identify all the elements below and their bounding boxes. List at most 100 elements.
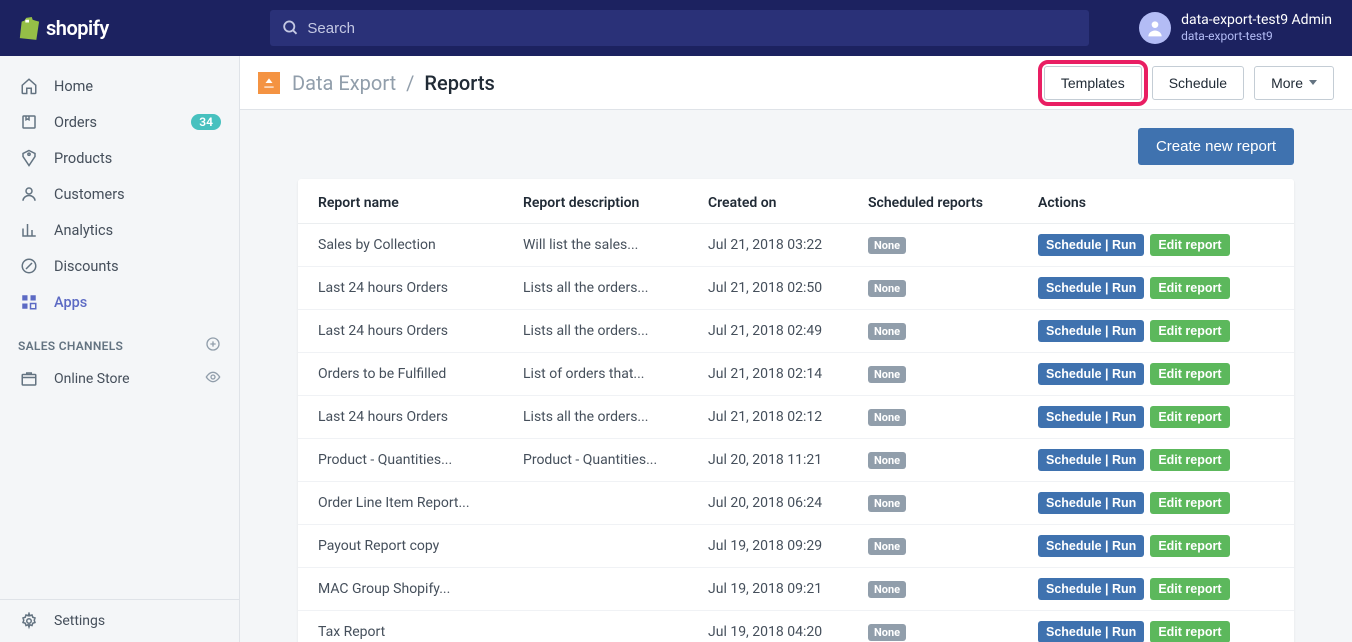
page-header: Data Export / Reports Templates Schedule… xyxy=(240,56,1352,110)
edit-report-button[interactable]: Edit report xyxy=(1150,535,1229,557)
cell-scheduled: None xyxy=(868,624,1038,640)
add-channel-icon[interactable] xyxy=(205,336,221,355)
cell-name: Last 24 hours Orders xyxy=(318,409,523,425)
sidebar-item-online-store[interactable]: Online Store xyxy=(0,361,239,397)
table-row[interactable]: Last 24 hours OrdersLists all the orders… xyxy=(298,396,1294,439)
cell-desc: Lists all the orders... xyxy=(523,323,708,339)
schedule-run-button[interactable]: Schedule | Run xyxy=(1038,578,1144,600)
sidebar-item-analytics[interactable]: Analytics xyxy=(0,212,239,248)
none-badge: None xyxy=(868,366,906,383)
schedule-run-button[interactable]: Schedule | Run xyxy=(1038,406,1144,428)
cell-desc: Will list the sales... xyxy=(523,237,708,253)
table-header: Report name Report description Created o… xyxy=(298,179,1294,224)
cell-actions: Schedule | Run Edit report xyxy=(1038,535,1274,557)
sidebar-item-label: Discounts xyxy=(54,258,119,275)
sidebar-item-settings[interactable]: Settings xyxy=(0,599,239,642)
none-badge: None xyxy=(868,624,906,641)
templates-button[interactable]: Templates xyxy=(1044,66,1142,100)
sales-channels-header: SALES CHANNELS xyxy=(0,320,239,361)
topbar: shopify data-export-test9 Admin data-exp… xyxy=(0,0,1352,56)
table-row[interactable]: Last 24 hours OrdersLists all the orders… xyxy=(298,267,1294,310)
schedule-run-button[interactable]: Schedule | Run xyxy=(1038,363,1144,385)
edit-report-button[interactable]: Edit report xyxy=(1150,363,1229,385)
edit-report-button[interactable]: Edit report xyxy=(1150,277,1229,299)
schedule-run-button[interactable]: Schedule | Run xyxy=(1038,234,1144,256)
create-report-button[interactable]: Create new report xyxy=(1138,128,1294,165)
table-row[interactable]: Product - Quantities...Product - Quantit… xyxy=(298,439,1294,482)
eye-icon[interactable] xyxy=(205,369,221,389)
table-row[interactable]: Sales by CollectionWill list the sales..… xyxy=(298,224,1294,267)
none-badge: None xyxy=(868,495,906,512)
orders-badge: 34 xyxy=(191,114,221,130)
search-box[interactable] xyxy=(270,10,1089,46)
table-row[interactable]: Order Line Item Report... Jul 20, 2018 06… xyxy=(298,482,1294,525)
cell-desc: Lists all the orders... xyxy=(523,280,708,296)
logo[interactable]: shopify xyxy=(0,16,240,40)
edit-report-button[interactable]: Edit report xyxy=(1150,320,1229,342)
cell-created: Jul 20, 2018 06:24 xyxy=(708,495,868,511)
cell-created: Jul 21, 2018 02:14 xyxy=(708,366,868,382)
none-badge: None xyxy=(868,237,906,254)
schedule-run-button[interactable]: Schedule | Run xyxy=(1038,621,1144,642)
sidebar: Home Orders 34 Products Customers Analyt… xyxy=(0,56,240,642)
sidebar-item-label: Settings xyxy=(54,613,105,629)
none-badge: None xyxy=(868,538,906,555)
content: Create new report Report name Report des… xyxy=(240,110,1352,642)
chevron-down-icon xyxy=(1309,80,1317,85)
shopify-bag-icon xyxy=(18,16,40,40)
table-row[interactable]: Last 24 hours OrdersLists all the orders… xyxy=(298,310,1294,353)
cell-scheduled: None xyxy=(868,323,1038,339)
cell-actions: Schedule | Run Edit report xyxy=(1038,621,1274,642)
sidebar-item-orders[interactable]: Orders 34 xyxy=(0,104,239,140)
search-input[interactable] xyxy=(307,20,1077,37)
edit-report-button[interactable]: Edit report xyxy=(1150,621,1229,642)
schedule-run-button[interactable]: Schedule | Run xyxy=(1038,449,1144,471)
user-name: data-export-test9 Admin xyxy=(1181,12,1332,29)
table-row[interactable]: Payout Report copyJul 19, 2018 09:29None… xyxy=(298,525,1294,568)
user-shop: data-export-test9 xyxy=(1181,29,1332,43)
cell-scheduled: None xyxy=(868,409,1038,425)
cell-actions: Schedule | Run Edit report xyxy=(1038,320,1274,342)
cell-name: Sales by Collection xyxy=(318,237,523,253)
page-title: Reports xyxy=(424,71,494,95)
edit-report-button[interactable]: Edit report xyxy=(1150,492,1229,514)
more-button[interactable]: More xyxy=(1254,66,1334,100)
edit-report-button[interactable]: Edit report xyxy=(1150,234,1229,256)
th-created: Created on xyxy=(708,195,868,211)
schedule-run-button[interactable]: Schedule | Run xyxy=(1038,277,1144,299)
cell-name: Product - Quantities... xyxy=(318,452,523,468)
table-row[interactable]: Orders to be FulfilledList of orders tha… xyxy=(298,353,1294,396)
th-actions: Actions xyxy=(1038,195,1274,211)
schedule-button[interactable]: Schedule xyxy=(1152,66,1244,100)
sidebar-item-discounts[interactable]: Discounts xyxy=(0,248,239,284)
cell-scheduled: None xyxy=(868,581,1038,597)
table-row[interactable]: Tax ReportJul 19, 2018 04:20NoneSchedule… xyxy=(298,611,1294,642)
edit-report-button[interactable]: Edit report xyxy=(1150,578,1229,600)
main: Data Export / Reports Templates Schedule… xyxy=(240,56,1352,642)
schedule-run-button[interactable]: Schedule | Run xyxy=(1038,535,1144,557)
cell-actions: Schedule | Run Edit report xyxy=(1038,492,1274,514)
cell-actions: Schedule | Run Edit report xyxy=(1038,277,1274,299)
user-menu[interactable]: data-export-test9 Admin data-export-test… xyxy=(1119,12,1352,44)
breadcrumb-app[interactable]: Data Export xyxy=(292,71,396,95)
schedule-run-button[interactable]: Schedule | Run xyxy=(1038,492,1144,514)
sidebar-item-label: Online Store xyxy=(54,371,130,387)
products-icon xyxy=(18,148,40,168)
schedule-run-button[interactable]: Schedule | Run xyxy=(1038,320,1144,342)
sidebar-item-apps[interactable]: Apps xyxy=(0,284,239,320)
cell-scheduled: None xyxy=(868,452,1038,468)
table-row[interactable]: MAC Group Shopify...Jul 19, 2018 09:21No… xyxy=(298,568,1294,611)
cell-created: Jul 19, 2018 09:29 xyxy=(708,538,868,554)
gear-icon xyxy=(18,612,40,630)
th-scheduled: Scheduled reports xyxy=(868,195,1038,211)
sidebar-item-products[interactable]: Products xyxy=(0,140,239,176)
edit-report-button[interactable]: Edit report xyxy=(1150,449,1229,471)
sidebar-item-home[interactable]: Home xyxy=(0,68,239,104)
store-icon xyxy=(18,370,40,388)
none-badge: None xyxy=(868,323,906,340)
edit-report-button[interactable]: Edit report xyxy=(1150,406,1229,428)
user-text: data-export-test9 Admin data-export-test… xyxy=(1181,12,1332,43)
cell-name: Order Line Item Report... xyxy=(318,495,523,511)
cell-name: MAC Group Shopify... xyxy=(318,581,523,597)
sidebar-item-customers[interactable]: Customers xyxy=(0,176,239,212)
